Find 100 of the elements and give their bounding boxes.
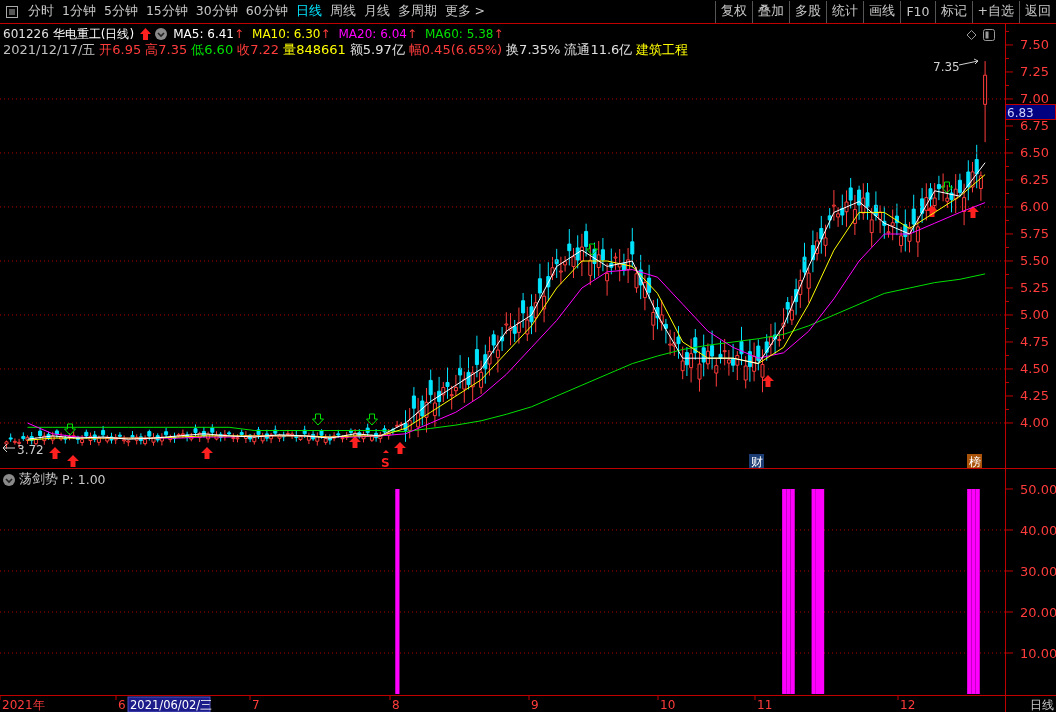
toolbar-button[interactable]: 标记	[934, 0, 972, 23]
period-tab[interactable]: 1分钟	[58, 0, 100, 23]
up-arrow-icon	[394, 442, 406, 454]
axis-label: 4.25	[1020, 387, 1049, 403]
down-arrow-icon	[586, 243, 598, 256]
down-arrow-icon	[941, 181, 953, 194]
menu-icon[interactable]	[6, 5, 18, 18]
up-arrow-icon	[383, 450, 389, 453]
toolbar-button[interactable]: +自选	[971, 0, 1019, 23]
quote-stat: 额5.97亿	[349, 42, 405, 58]
axis-label: 10	[660, 698, 676, 712]
down-arrow-icon	[312, 413, 324, 426]
quote-stat: 高7.35	[145, 42, 188, 58]
axis-label: 4.75	[1020, 333, 1049, 349]
toolbar-button[interactable]: F10	[900, 0, 935, 23]
down-arrow-icon	[366, 413, 378, 426]
axis-label: 12	[900, 698, 916, 712]
up-arrow-icon	[762, 375, 774, 387]
axis-label: 7	[252, 698, 260, 712]
axis-label: 6.25	[1020, 171, 1049, 187]
axis-label: 7.00	[1020, 90, 1049, 106]
period-label: 日线	[1030, 698, 1054, 712]
period-tab[interactable]: 60分钟	[241, 0, 292, 23]
stock-name: 华电重工(日线)	[52, 26, 135, 42]
ma-value: : 6.30	[285, 27, 321, 41]
up-arrow-icon	[140, 28, 152, 40]
quote-stat: 建筑工程	[636, 42, 689, 58]
ma-name: MA60	[425, 27, 459, 41]
axis-label: 4.00	[1020, 414, 1049, 430]
axis-label: 40.00	[1020, 523, 1056, 538]
toolbar-button[interactable]: 统计	[826, 0, 864, 23]
axis-label: 5.25	[1020, 279, 1049, 295]
axis-label: 4.50	[1020, 360, 1049, 376]
indicator-parameter: P: 1.00	[62, 472, 106, 487]
chevron-down-icon[interactable]	[3, 473, 15, 486]
up-arrow: ↑	[493, 27, 504, 41]
up-arrow: ↑	[320, 27, 331, 41]
up-arrow-icon	[201, 447, 213, 459]
axis-label: 50.00	[1020, 482, 1056, 497]
toolbar-button[interactable]: 复权	[715, 0, 753, 23]
axis-label: 2021年	[2, 698, 45, 712]
chevron-down-icon[interactable]	[155, 28, 168, 40]
quote-stat: 量848661	[283, 42, 346, 58]
period-tab[interactable]: 多周期	[393, 0, 441, 23]
event-badge[interactable]: 榜	[967, 454, 982, 468]
axis-label: 7.25	[1020, 63, 1049, 79]
up-arrow-icon	[349, 436, 361, 448]
panel-icon[interactable]	[983, 29, 995, 41]
axis-label: 11	[757, 698, 773, 712]
quote-stat: 开6.95	[99, 42, 142, 58]
period-tab[interactable]: 月线	[359, 0, 394, 23]
axis-label: 6.00	[1020, 198, 1049, 214]
period-tab[interactable]: 日线	[291, 0, 326, 23]
leader-arrow-icon	[958, 58, 979, 66]
toolbar-button[interactable]: 叠加	[752, 0, 790, 23]
toolbar-button[interactable]: 多股	[789, 0, 827, 23]
quote-stat: 换7.35%	[506, 42, 561, 58]
axis-label: 6.75	[1020, 117, 1049, 133]
toolbar-button[interactable]: 返回	[1019, 0, 1056, 23]
quote-stat: 幅0.45(6.65%)	[408, 42, 503, 58]
event-badge[interactable]: 财	[749, 454, 764, 468]
axis-label: 6	[118, 698, 126, 712]
indicator-name: 荡剑势	[19, 471, 58, 488]
period-tab[interactable]: 周线	[325, 0, 360, 23]
period-tab[interactable]: 分时	[24, 0, 58, 23]
axis-label: 20.00	[1020, 605, 1056, 620]
quote-stat: 低6.60	[191, 42, 234, 58]
up-arrow-icon	[926, 205, 938, 217]
signal-mark: S	[381, 456, 390, 468]
axis-label: 5.00	[1020, 306, 1049, 322]
axis-label: 5.50	[1020, 252, 1049, 268]
up-arrow: ↑	[406, 27, 417, 41]
axis-label: 7.50	[1020, 36, 1049, 52]
axis-label: 9	[531, 698, 539, 712]
quote-stat: 收7.22	[237, 42, 280, 58]
period-tab[interactable]: 30分钟	[191, 0, 242, 23]
ma-value: : 6.41	[199, 27, 234, 41]
quote-stat: 2021/12/17/五	[3, 42, 96, 58]
date-cursor-label: 2021/06/02/三	[127, 696, 213, 712]
current-price-tag: 6.83	[1005, 104, 1056, 120]
quote-stat: 流通11.6亿	[564, 42, 633, 58]
toolbar-button[interactable]: 画线	[863, 0, 901, 23]
left-arrow-icon	[2, 443, 16, 453]
axis-label: 6.50	[1020, 144, 1049, 160]
up-arrow-icon	[967, 206, 979, 218]
stock-code: 601226	[3, 26, 49, 42]
ma-value: : 5.38	[458, 27, 494, 41]
low-price-label: 3.72	[17, 443, 44, 457]
up-arrow-icon	[67, 455, 79, 467]
period-tab[interactable]: 更多 >	[440, 0, 490, 23]
period-tab[interactable]: 15分钟	[141, 0, 192, 23]
period-tab[interactable]: 5分钟	[99, 0, 142, 23]
high-price-label: 7.35	[933, 60, 960, 74]
axis-label: 30.00	[1020, 564, 1056, 579]
ma-name: MA10	[252, 27, 286, 41]
up-arrow: ↑	[233, 27, 245, 41]
down-arrow-icon	[64, 423, 76, 436]
ma-value: : 6.04	[372, 27, 407, 41]
axis-label: 10.00	[1020, 646, 1056, 661]
diamond-icon[interactable]	[966, 30, 977, 40]
